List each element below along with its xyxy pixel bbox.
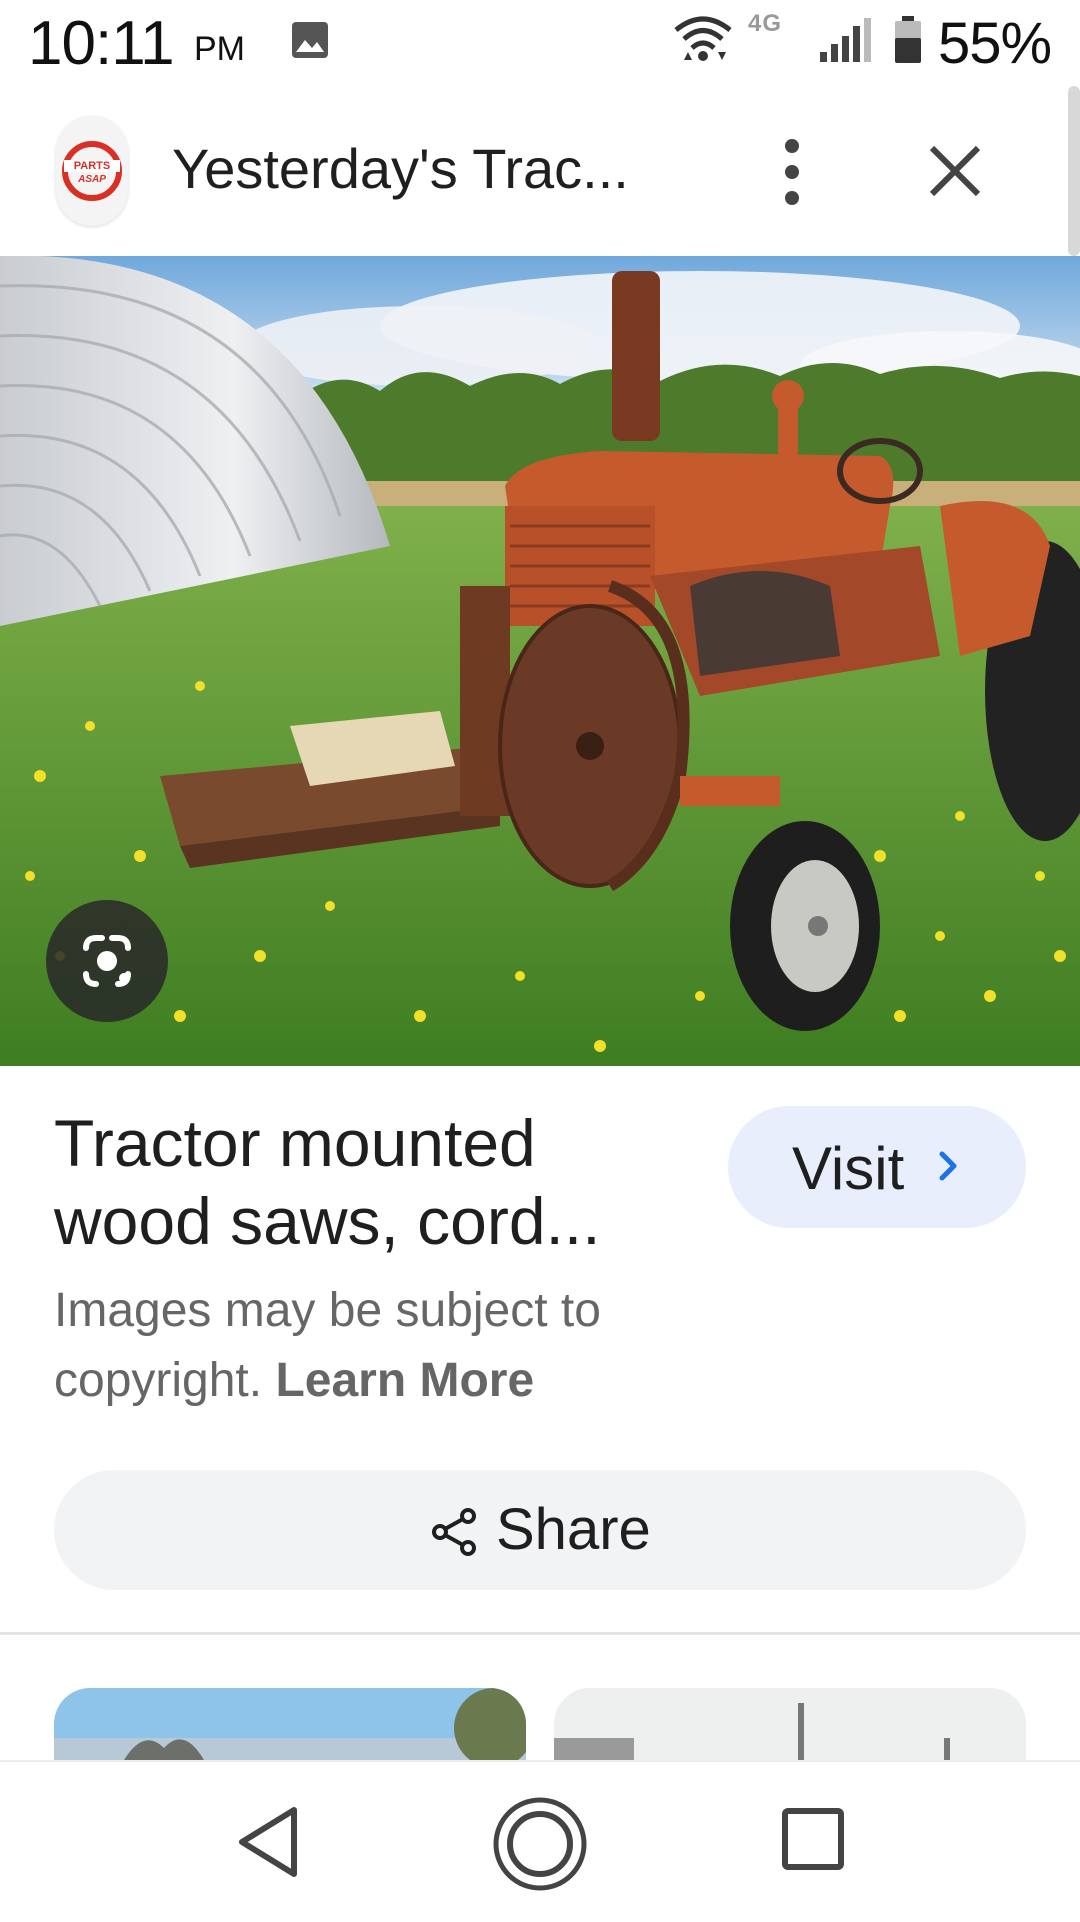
system-nav-bar — [0, 1760, 1080, 1922]
copyright-notice: Images may be subject to copyright. Lear… — [54, 1276, 714, 1416]
more-vert-icon[interactable] — [768, 136, 816, 208]
share-icon — [432, 1508, 476, 1556]
result-title-line1: Tractor mounted — [54, 1106, 536, 1180]
recents-icon[interactable] — [780, 1806, 846, 1872]
signal-icon — [820, 18, 871, 62]
home-icon[interactable] — [490, 1794, 590, 1894]
status-time: 10:11 — [28, 9, 175, 78]
gallery-icon — [292, 22, 328, 58]
share-label: Share — [496, 1497, 651, 1562]
result-title-line2: wood saws, cord... — [54, 1184, 601, 1258]
parts-asap-logo-icon: PARTS ASAP — [62, 141, 122, 201]
status-ampm: PM — [194, 30, 245, 68]
learn-more-link[interactable]: Learn More — [275, 1354, 534, 1407]
svg-text:PARTS: PARTS — [74, 160, 110, 172]
visit-button[interactable]: Visit — [728, 1106, 1026, 1228]
result-title: Tractor mounted wood saws, cord... — [54, 1104, 694, 1260]
section-divider — [0, 1632, 1080, 1635]
related-image-thumbnail[interactable] — [554, 1688, 1026, 1760]
google-lens-button[interactable] — [46, 900, 168, 1022]
back-icon[interactable] — [234, 1802, 304, 1882]
scrollbar[interactable] — [1068, 86, 1080, 256]
wifi-icon — [674, 16, 732, 61]
site-title[interactable]: Yesterday's Trac... — [172, 136, 692, 201]
status-bar: 10:11 PM 4G 55% — [0, 0, 1080, 86]
close-icon[interactable] — [922, 136, 988, 206]
svg-text:ASAP: ASAP — [77, 174, 106, 185]
site-logo[interactable]: PARTS ASAP — [56, 116, 128, 226]
viewer-header: PARTS ASAP Yesterday's Trac... — [0, 86, 1080, 256]
share-button[interactable]: Share — [54, 1470, 1026, 1590]
chevron-right-icon — [939, 1151, 957, 1181]
network-type: 4G — [748, 10, 783, 37]
google-lens-icon — [83, 935, 131, 987]
battery-icon — [895, 16, 921, 63]
visit-label: Visit — [792, 1135, 905, 1202]
related-image-thumbnail[interactable] — [54, 1688, 526, 1760]
battery-percent: 55% — [938, 11, 1052, 76]
related-image-1 — [54, 1688, 526, 1760]
related-image-2 — [554, 1688, 1026, 1760]
